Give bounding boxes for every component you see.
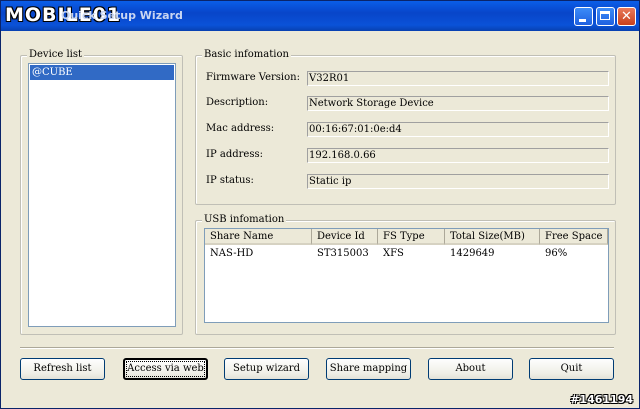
share-mapping-button[interactable]: Share mapping — [326, 358, 411, 380]
mac-label: Mac address: — [206, 123, 275, 134]
watermark: #1461194 — [570, 393, 633, 406]
setup-wizard-button[interactable]: Setup wizard — [224, 358, 309, 380]
list-item[interactable]: @CUBE — [30, 65, 174, 80]
ip-address-label: IP address: — [206, 149, 263, 160]
table-cell-total-size[interactable]: 1429649 — [445, 247, 495, 260]
basic-info-legend: Basic infomation — [202, 49, 291, 60]
description-label: Description: — [206, 97, 269, 108]
column-header-total-size[interactable]: Total Size(MB) — [445, 229, 540, 245]
minimize-button[interactable] — [574, 7, 593, 26]
mac-field: 00:16:67:01:0e:d4 — [307, 122, 609, 137]
firmware-field: V32R01 — [307, 71, 609, 86]
refresh-list-button[interactable]: Refresh list — [20, 358, 105, 380]
ip-status-label: IP status: — [206, 175, 254, 186]
quit-button[interactable]: Quit — [529, 358, 614, 380]
window-title: Quick Setup Wizard — [61, 9, 183, 22]
ip-address-field: 192.168.0.66 — [307, 148, 609, 163]
close-icon: ✕ — [621, 9, 632, 24]
about-button[interactable]: About — [428, 358, 513, 380]
firmware-label: Firmware Version: — [206, 72, 300, 83]
column-header-fs-type[interactable]: FS Type — [378, 229, 445, 245]
access-via-web-button[interactable]: Access via web — [123, 358, 208, 380]
usb-info-legend: USB infomation — [202, 214, 287, 225]
ip-status-field: Static ip — [307, 174, 609, 189]
usb-table[interactable]: Share Name Device Id FS Type Total Size(… — [204, 228, 609, 323]
minimize-icon — [579, 19, 586, 22]
table-cell-device-id[interactable]: ST315003 — [312, 247, 369, 260]
column-header-device-id[interactable]: Device Id — [312, 229, 378, 245]
close-button[interactable]: ✕ — [617, 7, 636, 26]
device-listbox[interactable]: @CUBE — [28, 63, 176, 327]
column-header-share-name[interactable]: Share Name — [205, 229, 312, 245]
table-cell-share-name[interactable]: NAS-HD — [205, 247, 253, 260]
column-header-free-space[interactable]: Free Space — [540, 229, 608, 245]
table-cell-fs-type[interactable]: XFS — [378, 247, 404, 260]
table-cell-free-space[interactable]: 96% — [540, 247, 567, 260]
device-list-legend: Device list — [27, 49, 85, 60]
app-window: MOBILE01 Quick Setup Wizard ✕ Device lis… — [0, 0, 640, 409]
title-bar[interactable]: MOBILE01 Quick Setup Wizard ✕ — [1, 1, 639, 31]
maximize-icon — [600, 11, 610, 20]
maximize-button[interactable] — [596, 7, 615, 26]
divider — [20, 347, 614, 349]
description-field: Network Storage Device — [307, 96, 609, 111]
